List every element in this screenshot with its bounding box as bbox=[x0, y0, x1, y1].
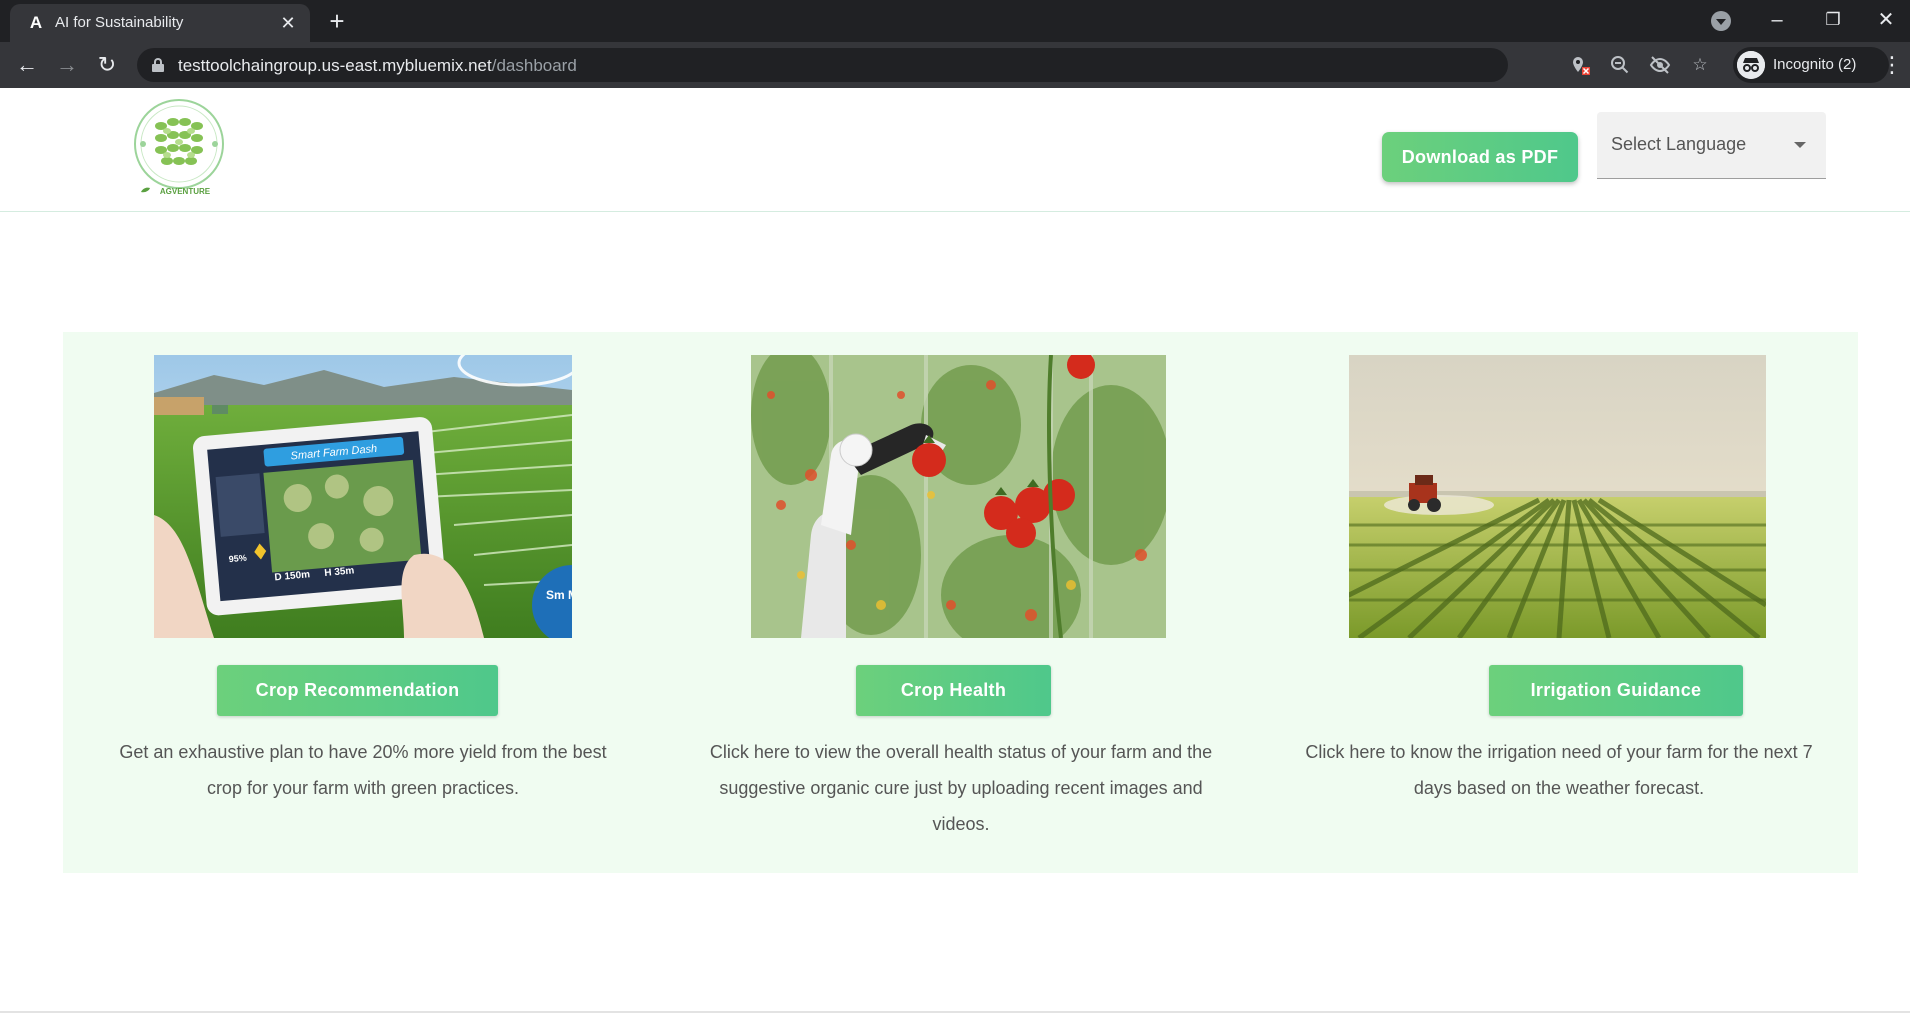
card-crop-recommendation: Smart Farm Dash 95% D 150m H 35m Sm Moni bbox=[63, 332, 661, 873]
zoom-out-icon[interactable] bbox=[1609, 54, 1631, 76]
tractor-field-image bbox=[1349, 355, 1766, 638]
crop-health-button[interactable]: Crop Health bbox=[856, 665, 1051, 716]
page-content: AGVENTURE Download as PDF Select Languag… bbox=[0, 88, 1910, 1013]
tab-title: AI for Sustainability bbox=[55, 14, 184, 31]
incognito-profile-button[interactable]: Incognito (2) bbox=[1733, 47, 1889, 83]
kebab-menu-icon[interactable]: ⋮ bbox=[1880, 51, 1904, 79]
logo-text: AGVENTURE bbox=[160, 187, 211, 196]
new-tab-icon[interactable]: + bbox=[323, 8, 351, 36]
browser-toolbar: ← → ↻ testtoolchaingroup.us-east.mybluem… bbox=[0, 42, 1910, 88]
agventure-logo[interactable]: AGVENTURE bbox=[133, 98, 225, 198]
language-select[interactable]: Select Language bbox=[1597, 112, 1826, 179]
tablet-percent: 95% bbox=[228, 553, 247, 565]
profile-label: Incognito (2) bbox=[1773, 56, 1857, 73]
crop-recommendation-description: Get an exhaustive plan to have 20% more … bbox=[119, 742, 607, 798]
irrigation-guidance-button[interactable]: Irrigation Guidance bbox=[1489, 665, 1743, 716]
url-text[interactable]: testtoolchaingroup.us-east.mybluemix.net… bbox=[178, 56, 577, 76]
irrigation-guidance-description: Click here to know the irrigation need o… bbox=[1305, 742, 1813, 798]
robot-tomato-image bbox=[751, 355, 1166, 638]
blocked-location-icon[interactable] bbox=[1569, 54, 1591, 76]
restore-icon[interactable]: ❐ bbox=[1805, 0, 1861, 40]
crop-recommendation-button[interactable]: Crop Recommendation bbox=[217, 665, 498, 716]
back-icon[interactable]: ← bbox=[13, 51, 41, 79]
language-select-label: Select Language bbox=[1611, 134, 1747, 154]
card-crop-health: Crop Health Click here to view the overa… bbox=[661, 332, 1259, 873]
star-icon[interactable]: ☆ bbox=[1689, 54, 1711, 76]
badge-text: Sm Moni bbox=[546, 588, 572, 602]
address-bar[interactable]: testtoolchaingroup.us-east.mybluemix.net… bbox=[137, 48, 1708, 82]
download-pdf-button[interactable]: Download as PDF bbox=[1382, 132, 1578, 182]
reload-icon[interactable]: ↻ bbox=[93, 51, 121, 79]
services-section: Smart Farm Dash 95% D 150m H 35m Sm Moni bbox=[63, 332, 1858, 873]
lock-icon[interactable] bbox=[152, 58, 164, 72]
browser-tab[interactable]: A AI for Sustainability ✕ bbox=[10, 4, 310, 42]
site-header: AGVENTURE Download as PDF Select Languag… bbox=[0, 88, 1910, 212]
caret-down-icon bbox=[1794, 142, 1806, 148]
eye-off-icon[interactable] bbox=[1649, 54, 1671, 76]
tab-close-icon[interactable]: ✕ bbox=[278, 13, 298, 33]
card-irrigation-guidance: Irrigation Guidance Click here to know t… bbox=[1259, 332, 1858, 873]
close-icon[interactable]: ✕ bbox=[1858, 0, 1910, 40]
smart-farm-tablet-image: Smart Farm Dash 95% D 150m H 35m Sm Moni bbox=[154, 355, 572, 638]
forward-icon[interactable]: → bbox=[53, 51, 81, 79]
tab-search-icon[interactable] bbox=[1711, 11, 1731, 31]
incognito-icon bbox=[1737, 51, 1765, 79]
favicon-icon: A bbox=[29, 13, 43, 32]
crop-health-description: Click here to view the overall health st… bbox=[709, 742, 1213, 834]
browser-tabstrip: A AI for Sustainability ✕ + – ❐ ✕ bbox=[0, 0, 1910, 42]
minimize-icon[interactable]: – bbox=[1749, 0, 1805, 40]
